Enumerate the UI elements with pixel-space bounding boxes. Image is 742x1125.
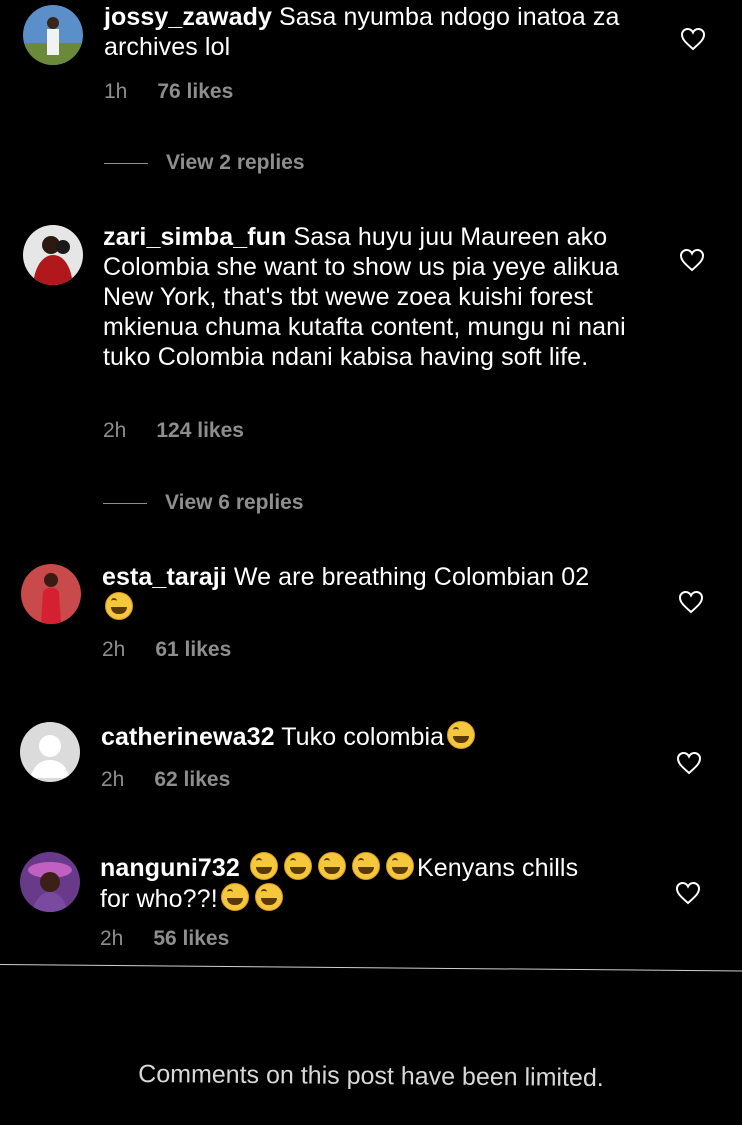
view-replies-button[interactable]: View 2 replies xyxy=(104,151,305,175)
heart-outline-icon[interactable] xyxy=(680,27,706,51)
comment-meta: 2h 61 likes xyxy=(102,638,231,662)
comment-body: Tuko colombia xyxy=(281,723,445,751)
divider xyxy=(0,964,742,972)
face-with-tears-of-joy-icon xyxy=(283,852,312,880)
comment-body: Kenyans chills xyxy=(416,854,579,882)
comment-time: 2h xyxy=(101,768,125,791)
comment-username[interactable]: esta_taraji xyxy=(102,563,227,591)
comment-time: 2h xyxy=(103,419,127,442)
comment-likes[interactable]: 76 likes xyxy=(157,80,233,103)
comment-time: 2h xyxy=(100,927,124,950)
comment-likes[interactable]: 124 likes xyxy=(156,419,244,442)
avatar[interactable] xyxy=(20,852,80,912)
heart-outline-icon[interactable] xyxy=(679,248,705,272)
comment-likes[interactable]: 61 likes xyxy=(155,638,231,661)
comment-likes[interactable]: 56 likes xyxy=(153,927,229,950)
face-with-tears-of-joy-icon xyxy=(385,852,414,880)
face-with-tears-of-joy-icon xyxy=(317,852,346,880)
comment-username[interactable]: jossy_zawady xyxy=(104,3,272,31)
comment-meta: 2h 124 likes xyxy=(103,419,244,443)
comment-meta: 2h 62 likes xyxy=(101,768,230,792)
heart-outline-icon[interactable] xyxy=(678,590,704,614)
face-with-tears-of-joy-icon xyxy=(249,852,278,880)
comment-body-continued: for who??! xyxy=(100,885,218,913)
comment-username[interactable]: zari_simba_fun xyxy=(103,223,286,251)
avatar[interactable] xyxy=(23,225,83,285)
comment-likes[interactable]: 62 likes xyxy=(154,768,230,791)
replies-label[interactable]: View 6 replies xyxy=(165,491,304,514)
comment-text: esta_taraji We are breathing Colombian 0… xyxy=(102,562,662,623)
comment-body: We are breathing Colombian 02 xyxy=(233,563,590,591)
replies-line xyxy=(104,162,148,164)
heart-outline-icon[interactable] xyxy=(675,881,701,905)
heart-outline-icon[interactable] xyxy=(676,751,702,775)
comment-text: catherinewa32 Tuko colombia xyxy=(101,721,661,752)
replies-label[interactable]: View 2 replies xyxy=(166,151,305,174)
face-with-tears-of-joy-icon xyxy=(220,883,249,911)
comment-meta: 1h 76 likes xyxy=(104,80,233,104)
view-replies-button[interactable]: View 6 replies xyxy=(103,491,304,515)
comment-text: nanguni732 Kenyans chills for who??! xyxy=(100,852,670,914)
face-with-tears-of-joy-icon xyxy=(447,721,476,749)
face-with-tears-of-joy-icon xyxy=(254,883,283,911)
comment-text: zari_simba_fun Sasa huyu juu Maureen ako… xyxy=(103,222,653,372)
avatar[interactable] xyxy=(23,5,83,65)
comment-text: jossy_zawady Sasa nyumba ndogo inatoa za… xyxy=(104,2,644,62)
comment-time: 1h xyxy=(104,80,128,103)
face-with-tears-of-joy-icon xyxy=(105,592,133,620)
face-with-tears-of-joy-icon xyxy=(351,852,380,880)
comment-meta: 2h 56 likes xyxy=(100,927,229,951)
comment-username[interactable]: catherinewa32 xyxy=(101,723,275,751)
comment-username[interactable]: nanguni732 xyxy=(100,854,240,882)
replies-line xyxy=(103,502,147,504)
comments-limited-notice: Comments on this post have been limited. xyxy=(138,1059,604,1093)
comment-time: 2h xyxy=(102,638,126,661)
avatar[interactable] xyxy=(20,722,80,782)
avatar[interactable] xyxy=(21,564,81,624)
